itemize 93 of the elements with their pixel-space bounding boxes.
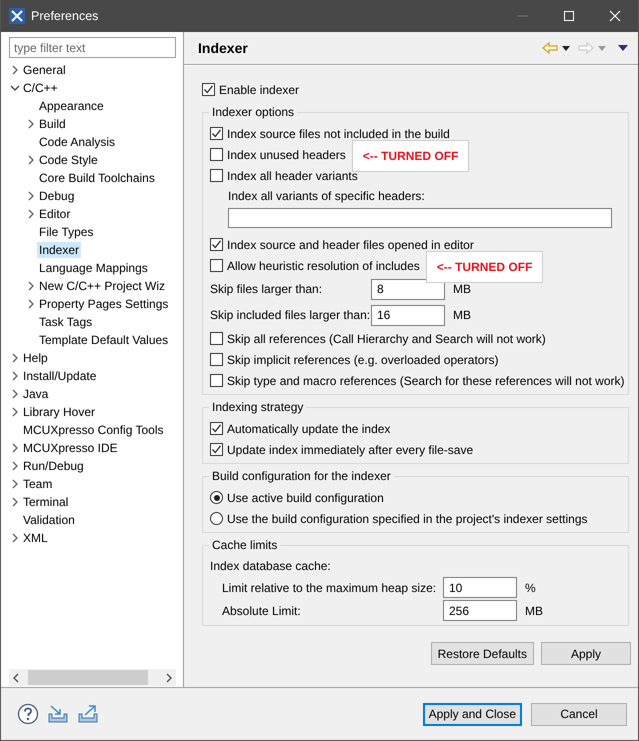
tree-item[interactable]: Editor (37, 206, 72, 222)
page-button[interactable]: Apply (541, 642, 631, 665)
field-label: Index all variants of specific headers: (227, 188, 426, 205)
checkbox-label: Index source files not included in the build (227, 126, 450, 140)
tree-item[interactable]: Debug (37, 188, 76, 204)
tree-item[interactable]: Template Default Values (37, 332, 170, 348)
tree-item[interactable]: General (21, 62, 68, 78)
number-field[interactable]: 8 (371, 278, 445, 300)
group-title: Indexer options (209, 105, 298, 119)
annotation-callout: <-- TURNED OFF (426, 250, 544, 282)
checkbox[interactable] (210, 422, 223, 435)
checkbox-label: Update index immediately after every file-save (227, 442, 474, 456)
unit-label: % (525, 580, 536, 594)
dialog-button[interactable]: Apply and Close (422, 702, 522, 726)
tree-item[interactable]: C/C++ (21, 80, 60, 96)
maximize-icon[interactable] (563, 10, 575, 22)
app-icon (9, 8, 25, 24)
checkbox-label: Skip implicit references (e.g. overloaded operators) (227, 352, 498, 366)
checkbox[interactable] (210, 259, 223, 272)
checkbox[interactable] (210, 169, 223, 182)
checkbox-label: Allow heuristic resolution of includes (227, 258, 420, 272)
annotation-callout: <-- TURNED OFF (352, 140, 470, 172)
headers-field[interactable] (228, 208, 612, 228)
checkbox-label: Enable indexer (219, 82, 300, 96)
close-icon[interactable] (609, 10, 621, 22)
scroll-left-icon[interactable] (13, 672, 19, 682)
tree-item[interactable]: Code Style (37, 152, 100, 168)
field-label: Limit relative to the maximum heap size: (222, 580, 438, 594)
number-field[interactable]: 10 (443, 577, 517, 598)
page-button[interactable]: Restore Defaults (430, 642, 534, 665)
checkbox-label: Index source and header files opened in editor (227, 238, 474, 252)
radio-label: Use the build configuration specified in the project's indexer settings (227, 512, 588, 526)
horizontal-scrollbar[interactable] (9, 669, 176, 686)
group-title: Cache limits (209, 538, 280, 552)
tree-item[interactable]: Run/Debug (21, 458, 86, 474)
group-title: Indexing strategy (209, 400, 306, 414)
unit-label: MB (453, 308, 471, 322)
checkbox[interactable] (202, 83, 215, 96)
tree-item[interactable]: New C/C++ Project Wiz (37, 278, 168, 294)
menu-icon[interactable] (618, 45, 628, 51)
checkbox-label: Index unused headers (227, 148, 346, 162)
checkbox[interactable] (210, 238, 223, 251)
checkbox-label: Skip type and macro references (Search for these references will not work) (227, 374, 625, 388)
unit-label: MB (453, 282, 471, 296)
field-label: Index database cache: (210, 558, 332, 575)
group-title: Build configuration for the indexer (209, 469, 394, 483)
tree-item[interactable]: Core Build Toolchains (37, 170, 157, 186)
window-title: Preferences (31, 9, 100, 23)
number-field[interactable]: 256 (443, 600, 517, 621)
checkbox-label: Index all header variants (227, 168, 358, 182)
radio-label: Use active build configuration (227, 490, 384, 504)
tree-item[interactable]: Java (21, 386, 50, 402)
checkbox[interactable] (210, 127, 223, 140)
checkbox[interactable] (210, 353, 223, 366)
checkbox[interactable] (210, 148, 223, 161)
tree-item[interactable]: Appearance (37, 98, 106, 114)
dropdown-icon[interactable] (562, 46, 570, 50)
tree-item[interactable]: Install/Update (21, 368, 98, 384)
page-title: Indexer (198, 40, 249, 56)
unit-label: MB (525, 604, 543, 618)
field-label: Skip included files larger than: (210, 308, 371, 322)
tree-item[interactable]: XML (21, 530, 50, 546)
tree-item[interactable]: Validation (21, 512, 77, 528)
tree-item[interactable]: MCUXpresso Config Tools (21, 422, 166, 438)
tree-item[interactable]: Help (21, 350, 50, 366)
scroll-right-icon[interactable] (166, 672, 172, 682)
number-field[interactable]: 16 (371, 304, 445, 326)
tree-item[interactable]: Build (37, 116, 68, 132)
tree-item[interactable]: Language Mappings (37, 260, 150, 276)
help-icon[interactable] (17, 703, 39, 725)
radio-button[interactable] (210, 491, 223, 504)
scroll-thumb[interactable] (28, 670, 148, 685)
checkbox-label: Skip all references (Call Hierarchy and Search will not work) (227, 332, 546, 346)
tree-item[interactable]: Terminal (21, 494, 70, 510)
radio-button[interactable] (210, 512, 223, 525)
export-icon[interactable] (77, 704, 99, 724)
tree-item[interactable]: Task Tags (37, 314, 94, 330)
field-label: Absolute Limit: (222, 604, 302, 618)
tree-item[interactable]: Code Analysis (37, 134, 118, 150)
field-label: Skip files larger than: (210, 282, 324, 296)
checkbox-label: Automatically update the index (227, 422, 390, 436)
import-icon[interactable] (47, 704, 69, 724)
tree-item[interactable]: Team (21, 476, 54, 492)
checkbox[interactable] (210, 332, 223, 345)
filter-field[interactable]: type filter text (9, 37, 176, 58)
checkbox[interactable] (210, 374, 223, 387)
dialog-button[interactable]: Cancel (531, 702, 627, 726)
tree-item[interactable]: File Types (37, 224, 96, 240)
tree-item[interactable]: Library Hover (21, 404, 98, 420)
tree-item[interactable]: Indexer (37, 242, 82, 258)
tree-item[interactable]: MCUXpresso IDE (21, 440, 120, 456)
tree-item[interactable]: Property Pages Settings (37, 296, 170, 312)
checkbox[interactable] (210, 443, 223, 456)
